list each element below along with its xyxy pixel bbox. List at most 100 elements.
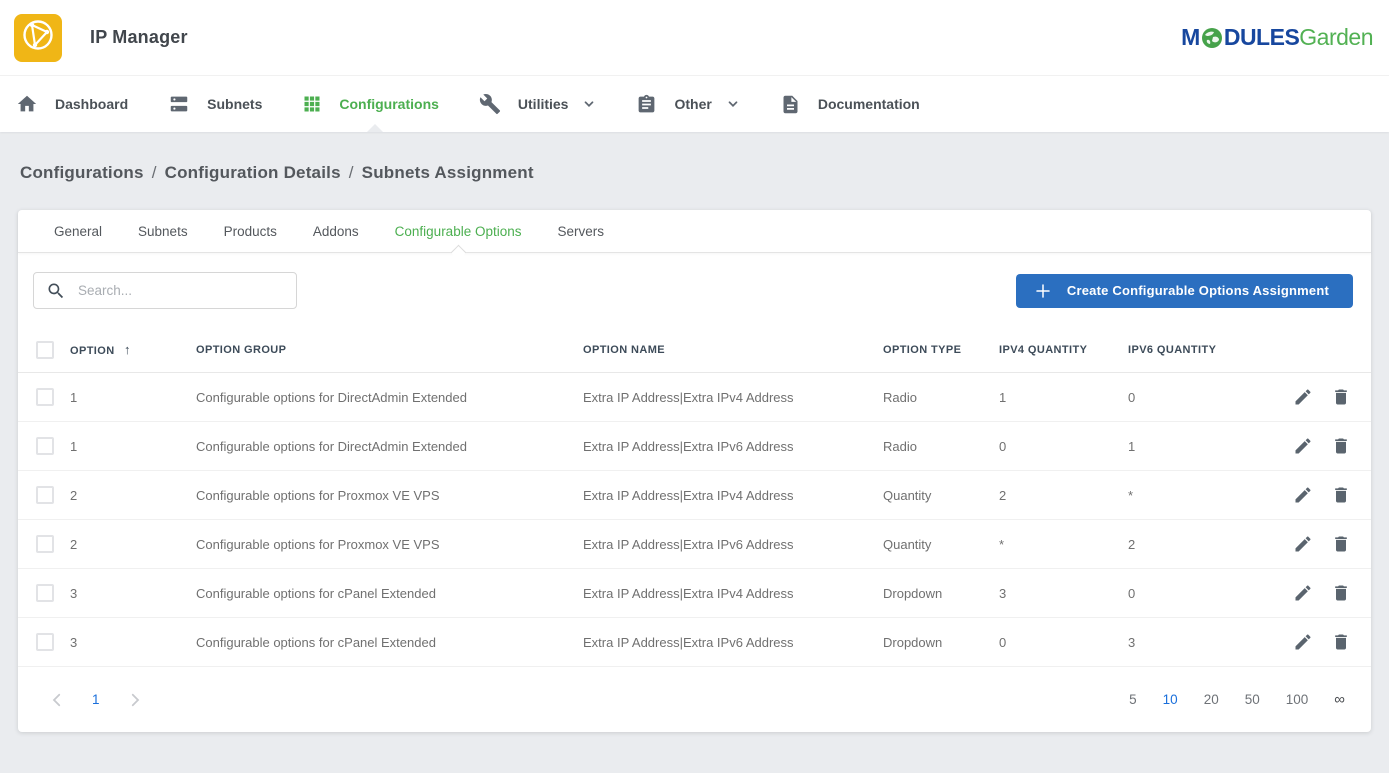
cell-ipv6-quantity: 2 <box>1128 537 1258 552</box>
cell-ipv6-quantity: 3 <box>1128 635 1258 650</box>
row-checkbox[interactable] <box>36 584 54 602</box>
table-footer: 1 5 10 20 50 100 ∞ <box>18 667 1371 732</box>
cell-ipv4-quantity: 1 <box>999 390 1128 405</box>
nav-label: Documentation <box>818 96 920 112</box>
column-header-option-name[interactable]: OPTION NAME <box>583 344 883 356</box>
plus-icon <box>1034 282 1052 300</box>
cell-option-type: Radio <box>883 390 999 405</box>
select-all-checkbox[interactable] <box>36 341 54 359</box>
page-size-100[interactable]: 100 <box>1286 692 1309 707</box>
delete-icon[interactable] <box>1331 583 1351 603</box>
delete-icon[interactable] <box>1331 485 1351 505</box>
column-header-option[interactable]: OPTION ↑ <box>70 342 196 357</box>
delete-icon[interactable] <box>1331 387 1351 407</box>
cell-option: 3 <box>70 586 196 601</box>
page-size-5[interactable]: 5 <box>1129 692 1137 707</box>
cell-option-name: Extra IP Address|Extra IPv6 Address <box>583 537 883 552</box>
cell-option: 3 <box>70 635 196 650</box>
nav-item-utilities[interactable]: Utilities <box>463 76 621 132</box>
app-header: IP Manager M DULES Garden <box>0 0 1389 75</box>
edit-icon[interactable] <box>1293 387 1313 407</box>
cell-option-type: Dropdown <box>883 635 999 650</box>
page-size-10[interactable]: 10 <box>1163 692 1178 707</box>
breadcrumb-item[interactable]: Configurations <box>20 163 144 182</box>
table-row: 2 Configurable options for Proxmox VE VP… <box>18 520 1371 569</box>
edit-icon[interactable] <box>1293 485 1313 505</box>
cell-option-group: Configurable options for DirectAdmin Ext… <box>196 390 583 405</box>
cell-option-name: Extra IP Address|Extra IPv4 Address <box>583 586 883 601</box>
page-size-selector: 5 10 20 50 100 ∞ <box>1129 691 1345 708</box>
next-page-icon[interactable] <box>126 691 144 709</box>
nav-item-other[interactable]: Other <box>620 76 763 132</box>
cell-option-name: Extra IP Address|Extra IPv6 Address <box>583 635 883 650</box>
tab-label: Servers <box>557 224 604 239</box>
tab-addons[interactable]: Addons <box>295 210 377 252</box>
row-checkbox[interactable] <box>36 633 54 651</box>
tab-subnets[interactable]: Subnets <box>120 210 206 252</box>
delete-icon[interactable] <box>1331 436 1351 456</box>
nav-item-documentation[interactable]: Documentation <box>764 76 944 132</box>
edit-icon[interactable] <box>1293 436 1313 456</box>
content-card: General Subnets Products Addons Configur… <box>18 210 1371 732</box>
edit-icon[interactable] <box>1293 632 1313 652</box>
edit-icon[interactable] <box>1293 534 1313 554</box>
search-input[interactable] <box>78 283 284 298</box>
brand-text-garden: Garden <box>1299 24 1373 51</box>
nav-item-dashboard[interactable]: Dashboard <box>0 76 152 132</box>
tab-bar: General Subnets Products Addons Configur… <box>18 210 1371 253</box>
breadcrumb-separator: / <box>349 163 354 182</box>
tab-general[interactable]: General <box>36 210 120 252</box>
row-checkbox[interactable] <box>36 535 54 553</box>
page-size-20[interactable]: 20 <box>1204 692 1219 707</box>
app-logo <box>14 14 62 62</box>
tab-label: Configurable Options <box>395 224 522 239</box>
column-header-option-group[interactable]: OPTION GROUP <box>196 344 583 356</box>
nav-label: Utilities <box>518 96 569 112</box>
create-assignment-button[interactable]: Create Configurable Options Assignment <box>1016 274 1353 308</box>
chevron-down-icon <box>726 97 740 111</box>
row-checkbox[interactable] <box>36 437 54 455</box>
column-header-ipv4-quantity[interactable]: IPV4 QUANTITY <box>999 344 1128 356</box>
cell-ipv6-quantity: 1 <box>1128 439 1258 454</box>
current-page[interactable]: 1 <box>92 692 100 707</box>
row-checkbox[interactable] <box>36 388 54 406</box>
nav-item-subnets[interactable]: Subnets <box>152 76 286 132</box>
cell-ipv4-quantity: 3 <box>999 586 1128 601</box>
tab-label: Products <box>224 224 277 239</box>
create-assignment-label: Create Configurable Options Assignment <box>1067 283 1329 298</box>
table-row: 2 Configurable options for Proxmox VE VP… <box>18 471 1371 520</box>
assignments-table: OPTION ↑ OPTION GROUP OPTION NAME OPTION… <box>18 327 1371 667</box>
breadcrumb-item[interactable]: Configuration Details <box>165 163 341 182</box>
tab-label: Addons <box>313 224 359 239</box>
breadcrumb: Configurations / Configuration Details / Sub… <box>18 132 1371 210</box>
page-title: IP Manager <box>90 27 188 48</box>
breadcrumb-separator: / <box>152 163 157 182</box>
cell-option: 1 <box>70 439 196 454</box>
delete-icon[interactable] <box>1331 632 1351 652</box>
column-header-option-type[interactable]: OPTION TYPE <box>883 344 999 356</box>
cell-option-group: Configurable options for Proxmox VE VPS <box>196 537 583 552</box>
search-box[interactable] <box>33 272 297 309</box>
column-header-ipv6-quantity[interactable]: IPV6 QUANTITY <box>1128 344 1258 356</box>
brand-text-m: M <box>1181 24 1200 51</box>
page-size-50[interactable]: 50 <box>1245 692 1260 707</box>
sort-ascending-icon: ↑ <box>124 342 131 357</box>
delete-icon[interactable] <box>1331 534 1351 554</box>
row-checkbox[interactable] <box>36 486 54 504</box>
previous-page-icon[interactable] <box>48 691 66 709</box>
edit-icon[interactable] <box>1293 583 1313 603</box>
tab-configurable-options[interactable]: Configurable Options <box>377 210 540 252</box>
cell-option-group: Configurable options for cPanel Extended <box>196 586 583 601</box>
cell-option: 2 <box>70 537 196 552</box>
globe-icon <box>1201 27 1223 49</box>
breadcrumb-item: Subnets Assignment <box>362 163 534 182</box>
nav-item-configurations[interactable]: Configurations <box>286 76 463 132</box>
cell-option-group: Configurable options for DirectAdmin Ext… <box>196 439 583 454</box>
tab-servers[interactable]: Servers <box>539 210 622 252</box>
page-size-unlimited[interactable]: ∞ <box>1334 691 1345 708</box>
nav-label: Subnets <box>207 96 262 112</box>
grid-icon <box>302 94 322 114</box>
modulesgarden-logo: M DULES Garden <box>1181 24 1373 51</box>
cell-ipv6-quantity: * <box>1128 488 1258 503</box>
tab-products[interactable]: Products <box>206 210 295 252</box>
